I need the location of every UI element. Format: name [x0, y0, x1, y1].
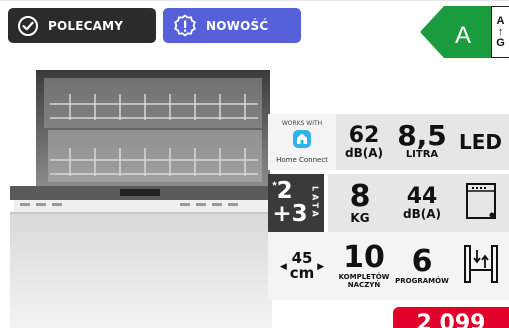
water-cell: 8,5 LITRA	[392, 114, 452, 170]
rack-height-adjust-icon	[463, 244, 499, 289]
width-unit: cm	[289, 264, 315, 282]
load-value: 8	[349, 179, 371, 214]
badge-recommended: POLECAMY	[8, 8, 156, 43]
home-connect-name: Home Connect	[276, 156, 328, 164]
drying-noise-cell: 44 dB(A)	[392, 174, 452, 232]
dishwasher-image	[10, 70, 272, 328]
arrow-left-icon: ◀	[279, 260, 287, 271]
load-cell: 8 KG	[328, 174, 392, 232]
led-label: LED	[458, 130, 502, 154]
badge-recommended-label: POLECAMY	[48, 18, 124, 33]
noise-value: 62	[348, 123, 380, 148]
noise-unit: dB(A)	[345, 146, 383, 160]
place-settings-label-2: NACZYŃ	[347, 281, 381, 289]
drying-noise-value: 44	[406, 184, 438, 209]
load-unit: KG	[350, 211, 370, 225]
drying-noise-unit: dB(A)	[403, 207, 441, 221]
programs-label: PROGRAMÓW	[395, 277, 449, 285]
built-in-cell	[452, 174, 509, 232]
arrow-right-icon: ▶	[317, 260, 325, 271]
programs-cell: 6 PROGRAMÓW	[392, 232, 452, 300]
place-settings-cell: 10 KOMPLETÓW NACZYŃ	[336, 232, 392, 300]
warranty-cell: * 2 +3 LATA	[268, 174, 324, 232]
programs-value: 6	[411, 244, 433, 279]
price-tag: 2 099	[393, 307, 509, 328]
home-connect-works-with: WORKS WITH	[281, 120, 323, 127]
noise-cell: 62 dB(A)	[336, 114, 392, 170]
place-settings-label-1: KOMPLETÓW	[338, 273, 390, 281]
home-connect-cell: WORKS WITH Home Connect	[268, 114, 336, 170]
warranty-extra: +3	[272, 201, 308, 227]
check-circle-icon	[17, 15, 39, 37]
led-cell: LED	[452, 114, 509, 170]
built-in-dishwasher-icon	[464, 181, 498, 226]
warranty-base: 2	[276, 178, 293, 204]
water-unit: LITRA	[405, 149, 439, 160]
water-value: 8,5	[397, 119, 447, 152]
energy-scale: A ↑ G	[491, 6, 509, 58]
height-adjust-cell	[452, 232, 509, 300]
energy-class-letter: A	[455, 22, 472, 49]
badge-new: NOWOŚĆ	[163, 8, 301, 43]
warranty-label: LATA	[310, 186, 320, 220]
alert-badge-icon	[173, 13, 197, 38]
place-settings-value: 10	[343, 240, 385, 275]
home-connect-icon	[293, 130, 311, 153]
energy-scale-top: A	[496, 14, 505, 27]
energy-scale-bottom: G	[496, 36, 505, 49]
width-cell: ◀ 45 cm ▶	[268, 232, 336, 300]
arrow-up-icon: ↑	[497, 25, 504, 38]
badge-new-label: NOWOŚĆ	[206, 18, 269, 33]
